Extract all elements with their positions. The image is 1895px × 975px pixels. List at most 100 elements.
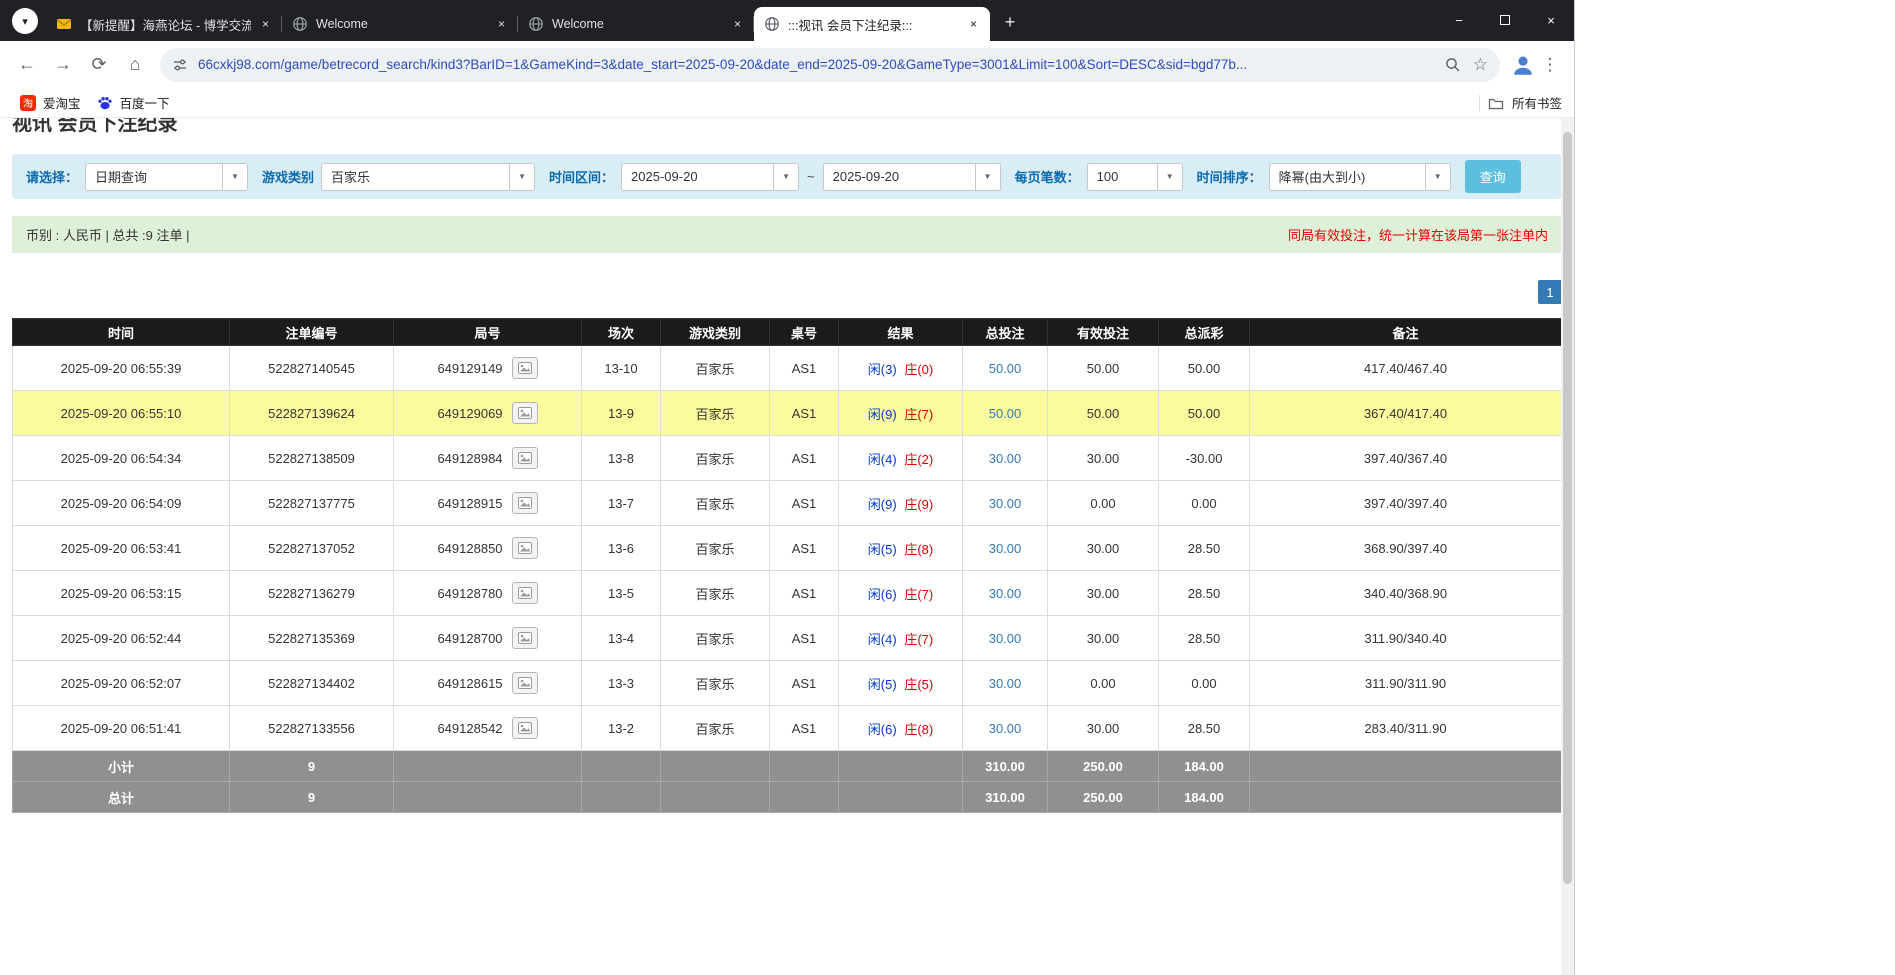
tab-close-icon[interactable]: × — [493, 16, 510, 33]
tab-forum[interactable]: 【新提醒】海燕论坛 - 博学交流 × — [46, 7, 282, 41]
home-icon[interactable]: ⌂ — [118, 48, 152, 82]
maximize-button[interactable] — [1482, 0, 1528, 40]
sort-select[interactable]: 降幂(由大到小) ▼ — [1269, 163, 1451, 191]
bookmark-taobao[interactable]: 淘 爱淘宝 — [12, 90, 89, 115]
caret-down-icon[interactable]: ▼ — [222, 164, 247, 190]
url-bar[interactable]: 66cxkj98.com/game/betrecord_search/kind3… — [160, 48, 1500, 82]
tab-close-icon[interactable]: × — [965, 16, 982, 33]
new-tab-button[interactable]: + — [996, 8, 1024, 36]
caret-down-icon[interactable]: ▼ — [1425, 164, 1450, 190]
bookmark-baidu[interactable]: 百度一下 — [89, 90, 178, 115]
total-bet-link[interactable]: 30.00 — [989, 586, 1022, 601]
cell-round: 649128542 — [394, 706, 582, 751]
cell-result: 闲(4) 庄(2) — [839, 436, 963, 481]
video-replay-button[interactable] — [512, 537, 538, 559]
video-replay-button[interactable] — [512, 672, 538, 694]
maximize-icon — [1500, 15, 1510, 25]
forward-icon[interactable]: → — [46, 48, 80, 82]
result-player: 闲(4) — [868, 452, 897, 467]
video-replay-button[interactable] — [512, 357, 538, 379]
video-icon — [518, 677, 532, 689]
round-number: 649128615 — [437, 676, 502, 691]
bookmark-star-icon[interactable]: ☆ — [1473, 55, 1488, 75]
video-replay-button[interactable] — [512, 717, 538, 739]
result-player: 闲(9) — [868, 497, 897, 512]
tab-search-button[interactable]: ▾ — [12, 8, 38, 34]
caret-down-icon[interactable]: ▼ — [773, 164, 798, 190]
total-bet-link[interactable]: 30.00 — [989, 721, 1022, 736]
cell-payout: 28.50 — [1159, 706, 1250, 751]
date-end-select[interactable]: 2025-09-20 ▼ — [823, 163, 1001, 191]
browser-menu-icon[interactable]: ⋮ — [1536, 55, 1564, 75]
table-row: 2025-09-20 06:54:34 522827138509 6491289… — [13, 436, 1562, 481]
video-replay-button[interactable] — [512, 582, 538, 604]
scrollbar[interactable] — [1561, 118, 1574, 975]
video-replay-button[interactable] — [512, 627, 538, 649]
cell-note: 367.40/417.40 — [1250, 391, 1562, 436]
per-page-select[interactable]: 100 ▼ — [1087, 163, 1183, 191]
back-icon[interactable]: ← — [10, 48, 44, 82]
total-payout: 184.00 — [1159, 782, 1250, 813]
refresh-icon[interactable]: ⟳ — [82, 48, 116, 82]
date-start-select[interactable]: 2025-09-20 ▼ — [621, 163, 799, 191]
cell-table: AS1 — [770, 436, 839, 481]
query-type-select[interactable]: 日期查询 ▼ — [85, 163, 248, 191]
all-bookmarks-label[interactable]: 所有书签 — [1512, 93, 1562, 112]
total-bet-link[interactable]: 30.00 — [989, 676, 1022, 691]
tab-welcome-2[interactable]: Welcome × — [518, 7, 754, 41]
video-replay-button[interactable] — [512, 447, 538, 469]
cell-total-bet: 30.00 — [963, 706, 1048, 751]
table-row: 2025-09-20 06:54:09 522827137775 6491289… — [13, 481, 1562, 526]
cell-valid-bet: 30.00 — [1048, 436, 1159, 481]
tab-welcome-1[interactable]: Welcome × — [282, 7, 518, 41]
sort-value: 降幂(由大到小) — [1270, 164, 1425, 190]
total-bet-link[interactable]: 30.00 — [989, 541, 1022, 556]
site-settings-icon[interactable] — [172, 57, 188, 73]
cell-bet-id: 522827138509 — [230, 436, 394, 481]
caret-down-icon[interactable]: ▼ — [975, 164, 1000, 190]
cell-round: 649128780 — [394, 571, 582, 616]
cell-game: 百家乐 — [661, 436, 770, 481]
tab-close-icon[interactable]: × — [257, 16, 274, 33]
search-button[interactable]: 查询 — [1465, 160, 1521, 193]
caret-down-icon[interactable]: ▼ — [509, 164, 534, 190]
cell-payout: 28.50 — [1159, 526, 1250, 571]
caret-down-icon[interactable]: ▼ — [1157, 164, 1182, 190]
zoom-icon[interactable] — [1445, 57, 1461, 73]
total-bet-link[interactable]: 30.00 — [989, 631, 1022, 646]
cell-session: 13-2 — [582, 706, 661, 751]
cell-valid-bet: 50.00 — [1048, 391, 1159, 436]
bookmark-label: 爱淘宝 — [43, 93, 81, 112]
table-body: 2025-09-20 06:55:39 522827140545 6491291… — [13, 346, 1562, 751]
cell-payout: 50.00 — [1159, 391, 1250, 436]
round-number: 649128915 — [437, 496, 502, 511]
page-content: 视讯 会员下注纪录 请选择： 日期查询 ▼ 游戏类别 百家乐 ▼ 时间区间： 2… — [0, 118, 1574, 975]
subtotal-payout: 184.00 — [1159, 751, 1250, 782]
tab-bet-records[interactable]: :::视讯 会员下注纪录::: × — [754, 7, 990, 41]
minimize-button[interactable]: − — [1436, 0, 1482, 40]
cell-total-bet: 30.00 — [963, 526, 1048, 571]
total-row: 总计 9 310.00 250.00 184.00 — [13, 782, 1562, 813]
cell-total-bet: 30.00 — [963, 436, 1048, 481]
video-replay-button[interactable] — [512, 402, 538, 424]
scrollbar-thumb[interactable] — [1563, 132, 1572, 884]
total-bet-link[interactable]: 50.00 — [989, 406, 1022, 421]
col-bet-id: 注单编号 — [230, 319, 394, 346]
profile-avatar-icon[interactable] — [1510, 52, 1536, 78]
video-replay-button[interactable] — [512, 492, 538, 514]
close-button[interactable]: × — [1528, 0, 1574, 40]
total-bet-link[interactable]: 30.00 — [989, 496, 1022, 511]
page-number-button[interactable]: 1 — [1538, 280, 1562, 304]
table-row: 2025-09-20 06:55:10 522827139624 6491290… — [13, 391, 1562, 436]
cell-table: AS1 — [770, 571, 839, 616]
total-bet-link[interactable]: 50.00 — [989, 361, 1022, 376]
cell-valid-bet: 30.00 — [1048, 571, 1159, 616]
cell-payout: 28.50 — [1159, 616, 1250, 661]
game-type-select[interactable]: 百家乐 ▼ — [321, 163, 535, 191]
cell-result: 闲(9) 庄(7) — [839, 391, 963, 436]
cell-total-bet: 30.00 — [963, 481, 1048, 526]
cell-result: 闲(6) 庄(8) — [839, 706, 963, 751]
total-bet-link[interactable]: 30.00 — [989, 451, 1022, 466]
col-time: 时间 — [13, 319, 230, 346]
tab-close-icon[interactable]: × — [729, 16, 746, 33]
